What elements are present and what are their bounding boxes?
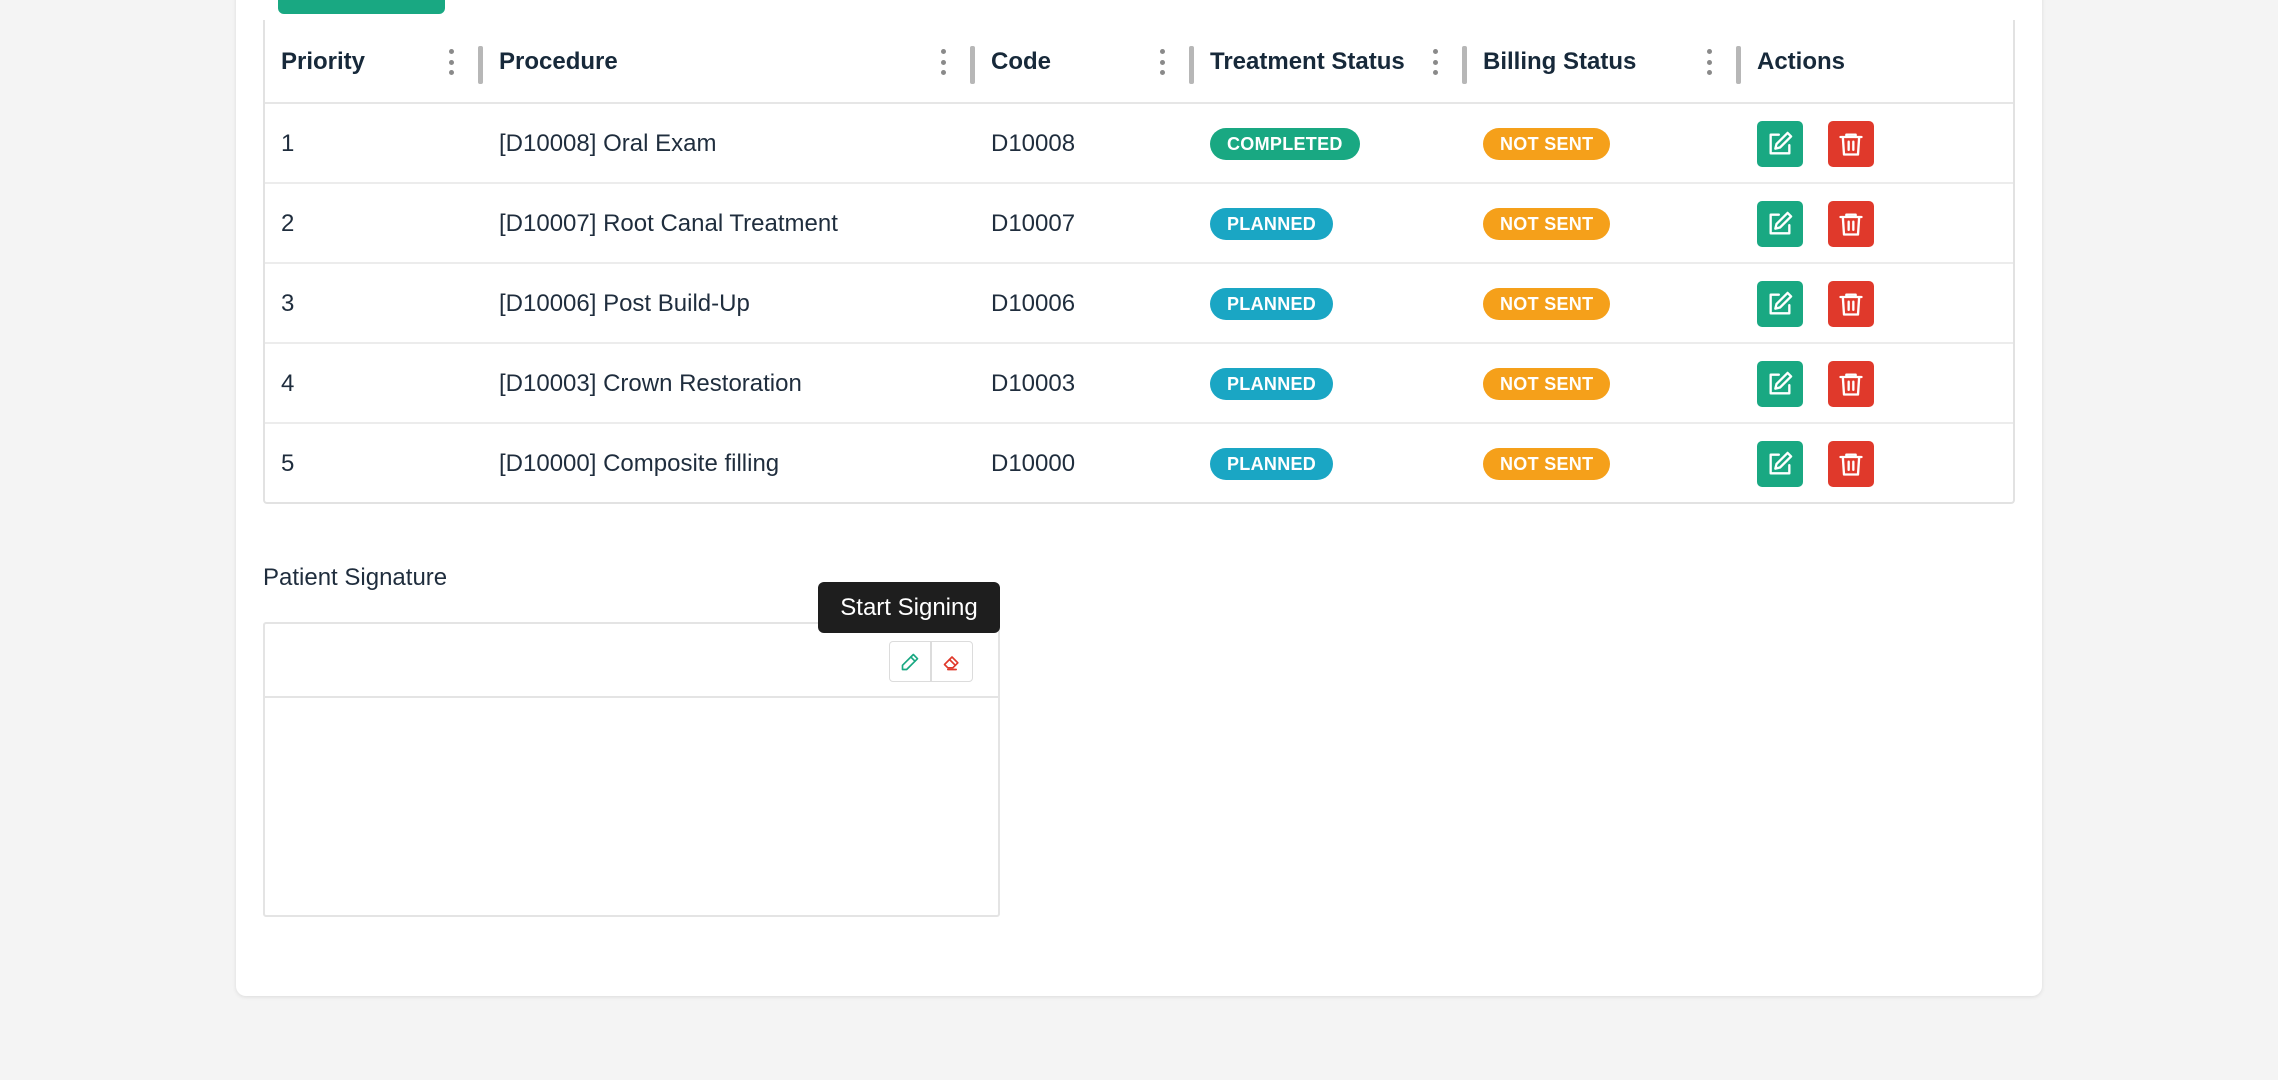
kebab-menu-icon[interactable] bbox=[1432, 49, 1438, 75]
edit-icon bbox=[1769, 451, 1793, 475]
edit-icon bbox=[1769, 211, 1793, 235]
trash-icon bbox=[1839, 213, 1863, 236]
table-row[interactable]: 2 [D10007] Root Canal Treatment D10007 P… bbox=[265, 184, 2013, 264]
pencil-icon bbox=[901, 653, 919, 670]
procedure-cell: [D10006] Post Build-Up bbox=[499, 290, 750, 317]
table-row[interactable]: 1 [D10008] Oral Exam D10008 COMPLETED NO… bbox=[265, 104, 2013, 184]
priority-cell: 4 bbox=[281, 370, 295, 397]
procedure-cell: [D10008] Oral Exam bbox=[499, 130, 717, 157]
priority-cell: 1 bbox=[281, 130, 295, 157]
trash-icon bbox=[1839, 373, 1863, 396]
procedures-table: Priority Procedure Code Treatment Status… bbox=[263, 20, 2015, 504]
edit-icon bbox=[1769, 131, 1793, 155]
delete-button[interactable] bbox=[1828, 361, 1874, 407]
column-header-label: Treatment Status bbox=[1210, 48, 1405, 75]
edit-icon bbox=[1769, 291, 1793, 315]
billing-status-badge: NOT SENT bbox=[1483, 368, 1611, 400]
edit-button[interactable] bbox=[1757, 201, 1803, 247]
edit-icon bbox=[1769, 371, 1793, 395]
trash-icon bbox=[1839, 293, 1863, 316]
column-header-treatment-status[interactable]: Treatment Status bbox=[1194, 20, 1467, 104]
column-header-billing-status[interactable]: Billing Status bbox=[1467, 20, 1741, 104]
column-header-actions: Actions bbox=[1741, 20, 2015, 104]
table-row[interactable]: 3 [D10006] Post Build-Up D10006 PLANNED … bbox=[265, 264, 2013, 344]
edit-button[interactable] bbox=[1757, 121, 1803, 167]
signature-toolbar bbox=[265, 624, 998, 698]
edit-button[interactable] bbox=[1757, 281, 1803, 327]
delete-button[interactable] bbox=[1828, 201, 1874, 247]
start-signing-tooltip: Start Signing bbox=[818, 582, 1000, 633]
column-header-procedure[interactable]: Procedure bbox=[483, 20, 975, 104]
billing-status-badge: NOT SENT bbox=[1483, 208, 1611, 240]
table-row[interactable]: 4 [D10003] Crown Restoration D10003 PLAN… bbox=[265, 344, 2013, 424]
code-cell: D10008 bbox=[991, 130, 1076, 157]
priority-cell: 2 bbox=[281, 210, 295, 237]
delete-button[interactable] bbox=[1828, 281, 1874, 327]
column-header-label: Priority bbox=[281, 48, 366, 75]
table-row[interactable]: 5 [D10000] Composite filling D10000 PLAN… bbox=[265, 424, 2013, 504]
delete-button[interactable] bbox=[1828, 441, 1874, 487]
signature-pad bbox=[263, 622, 1000, 917]
billing-status-badge: NOT SENT bbox=[1483, 288, 1611, 320]
add-procedure-button[interactable] bbox=[278, 0, 445, 14]
clear-signature-button[interactable] bbox=[931, 641, 973, 682]
code-cell: D10006 bbox=[991, 290, 1076, 317]
column-header-label: Procedure bbox=[499, 48, 618, 75]
billing-status-badge: NOT SENT bbox=[1483, 448, 1611, 480]
column-header-priority[interactable]: Priority bbox=[265, 20, 483, 104]
procedure-cell: [D10007] Root Canal Treatment bbox=[499, 210, 838, 237]
code-cell: D10007 bbox=[991, 210, 1076, 237]
signature-title: Patient Signature bbox=[263, 564, 448, 591]
billing-status-badge: NOT SENT bbox=[1483, 128, 1611, 160]
treatment-status-badge: PLANNED bbox=[1210, 368, 1334, 400]
procedure-cell: [D10003] Crown Restoration bbox=[499, 370, 802, 397]
treatment-status-badge: PLANNED bbox=[1210, 448, 1334, 480]
kebab-menu-icon[interactable] bbox=[1159, 49, 1165, 75]
code-cell: D10000 bbox=[991, 450, 1076, 477]
column-header-label: Actions bbox=[1757, 48, 1846, 75]
kebab-menu-icon[interactable] bbox=[448, 49, 454, 75]
code-cell: D10003 bbox=[991, 370, 1076, 397]
priority-cell: 3 bbox=[281, 290, 295, 317]
eraser-icon bbox=[943, 655, 959, 670]
table-header: Priority Procedure Code Treatment Status… bbox=[265, 20, 2013, 104]
edit-button[interactable] bbox=[1757, 441, 1803, 487]
signature-canvas[interactable] bbox=[265, 698, 998, 917]
trash-icon bbox=[1839, 453, 1863, 476]
column-header-code[interactable]: Code bbox=[975, 20, 1194, 104]
kebab-menu-icon[interactable] bbox=[940, 49, 946, 75]
treatment-status-badge: COMPLETED bbox=[1210, 128, 1360, 160]
delete-button[interactable] bbox=[1828, 121, 1874, 167]
column-header-label: Billing Status bbox=[1483, 48, 1637, 75]
treatment-status-badge: PLANNED bbox=[1210, 288, 1334, 320]
kebab-menu-icon[interactable] bbox=[1706, 49, 1712, 75]
treatment-status-badge: PLANNED bbox=[1210, 208, 1334, 240]
priority-cell: 5 bbox=[281, 450, 295, 477]
column-header-label: Code bbox=[991, 48, 1051, 75]
trash-icon bbox=[1839, 133, 1863, 156]
start-signing-button[interactable] bbox=[889, 641, 931, 682]
edit-button[interactable] bbox=[1757, 361, 1803, 407]
procedure-cell: [D10000] Composite filling bbox=[499, 450, 780, 477]
